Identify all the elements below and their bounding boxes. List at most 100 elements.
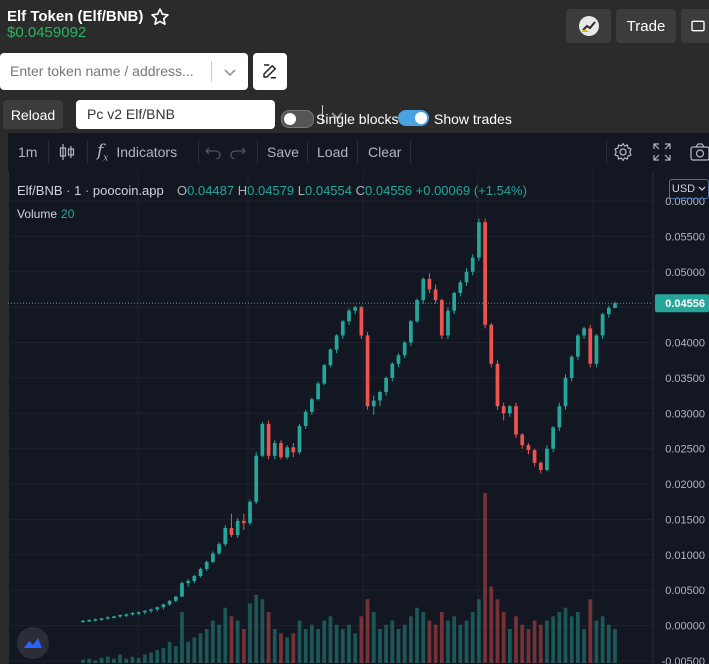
volume-bar [433, 624, 438, 663]
trade-button[interactable]: Trade [616, 9, 676, 43]
redo-button[interactable] [230, 133, 246, 171]
legend-low-label: L [297, 183, 305, 198]
show-trades-toggle[interactable] [398, 110, 429, 126]
token-price: $0.0459092 [7, 24, 87, 41]
edit-button[interactable] [253, 53, 287, 90]
settings-button[interactable] [613, 133, 633, 171]
volume-bar [606, 624, 611, 663]
volume-bar [211, 620, 215, 663]
volume-bar [223, 607, 228, 663]
candles-icon [59, 144, 75, 160]
candle-body [384, 377, 388, 393]
chevron-down-icon[interactable] [222, 64, 238, 80]
volume-bar [371, 612, 376, 663]
candle-body [118, 615, 122, 617]
candle-body [260, 423, 265, 456]
y-tick-label: 0.03500 [665, 373, 705, 385]
candle-body [266, 423, 271, 456]
volume-bar [396, 629, 401, 663]
candle-body [452, 293, 457, 311]
volume-bar [180, 612, 184, 663]
legend-source: poocoin.app [92, 183, 164, 198]
candle-body [458, 282, 463, 293]
candle-body [439, 300, 444, 336]
snapshot-button[interactable] [690, 133, 709, 171]
fullscreen-button[interactable] [653, 133, 671, 171]
chart-toggle-button[interactable] [566, 9, 611, 43]
candle-body [81, 620, 85, 623]
reload-button[interactable]: Reload [3, 100, 63, 129]
volume-bar [130, 656, 135, 663]
candle-style-button[interactable] [59, 133, 75, 171]
volume-bar [390, 620, 395, 663]
toolbar-divider [48, 141, 49, 163]
volume-bar [353, 633, 358, 663]
y-tick-label: 0.01500 [665, 514, 705, 526]
legend-high-label: H [237, 183, 248, 198]
volume-bar [99, 657, 104, 663]
wallet-button[interactable] [681, 9, 709, 43]
redo-icon [230, 147, 246, 159]
volume-bar [279, 633, 283, 663]
currency-label: USD [671, 183, 696, 195]
volume-bar [501, 612, 506, 663]
tradingview-logo-icon [24, 638, 42, 648]
volume-bar [489, 586, 494, 663]
volume-bar [291, 633, 296, 663]
favorite-star-icon[interactable] [150, 7, 170, 27]
load-button[interactable]: Load [317, 133, 348, 171]
candle-body [545, 448, 549, 470]
legend-close: 0.04556 [365, 183, 413, 198]
tradingview-logo-button[interactable] [17, 627, 49, 659]
chart-toolbar: 1m fx Indicators Save Load Clear [8, 133, 709, 172]
toolbar-divider [257, 141, 258, 163]
candle-body [353, 307, 358, 311]
legend-low: 0.04554 [305, 183, 352, 198]
clear-button[interactable]: Clear [368, 133, 401, 171]
volume-bar [303, 629, 308, 663]
volume-bar [105, 656, 110, 663]
candle-body [532, 450, 537, 463]
gear-icon [614, 142, 632, 162]
volume-bar [297, 620, 302, 663]
undo-button[interactable] [205, 133, 221, 171]
currency-button[interactable]: USD [669, 179, 709, 199]
candle-body [582, 328, 586, 336]
volume-bar [266, 612, 271, 663]
candle-body [105, 617, 110, 619]
single-blocks-label: Single blocks [316, 111, 399, 127]
candle-body [551, 427, 555, 449]
candle-body [297, 426, 302, 453]
pair-select[interactable]: Pc v2 Elf/BNB [76, 100, 343, 129]
chart-container[interactable]: 1m fx Indicators Save Load Clear 0.06000… [8, 133, 709, 664]
candle-body [204, 561, 209, 569]
volume-bar [285, 637, 289, 663]
search-divider [211, 61, 212, 82]
volume-bar [204, 629, 209, 663]
token-search-input[interactable] [8, 62, 207, 80]
candle-body [186, 581, 191, 584]
volume-bar [477, 599, 481, 663]
volume-bar [545, 620, 549, 663]
volume-bar [526, 629, 531, 663]
y-tick-label: -0.00500 [662, 656, 705, 664]
candle-body [99, 618, 104, 621]
y-tick-label: 0.02500 [665, 444, 705, 456]
volume-bar [217, 624, 221, 663]
candle-body [402, 342, 407, 356]
single-blocks-toggle[interactable] [281, 110, 314, 128]
y-tick-label: 0.00500 [665, 585, 705, 597]
last-price-label: 0.04556 [665, 298, 705, 310]
volume-bar [409, 616, 413, 663]
legend-close-label: C [355, 183, 366, 198]
candle-body [371, 400, 376, 407]
interval-button[interactable]: 1m [18, 133, 37, 171]
price-chart[interactable]: 0.060000.055000.050000.045000.040000.035… [8, 171, 709, 664]
candle-body [173, 596, 178, 601]
indicators-button[interactable]: fx Indicators [97, 133, 177, 171]
volume-bar [173, 646, 178, 663]
save-button[interactable]: Save [267, 133, 299, 171]
volume-bar [452, 616, 457, 663]
volume-value: 20 [61, 207, 75, 221]
candle-body [477, 222, 481, 258]
